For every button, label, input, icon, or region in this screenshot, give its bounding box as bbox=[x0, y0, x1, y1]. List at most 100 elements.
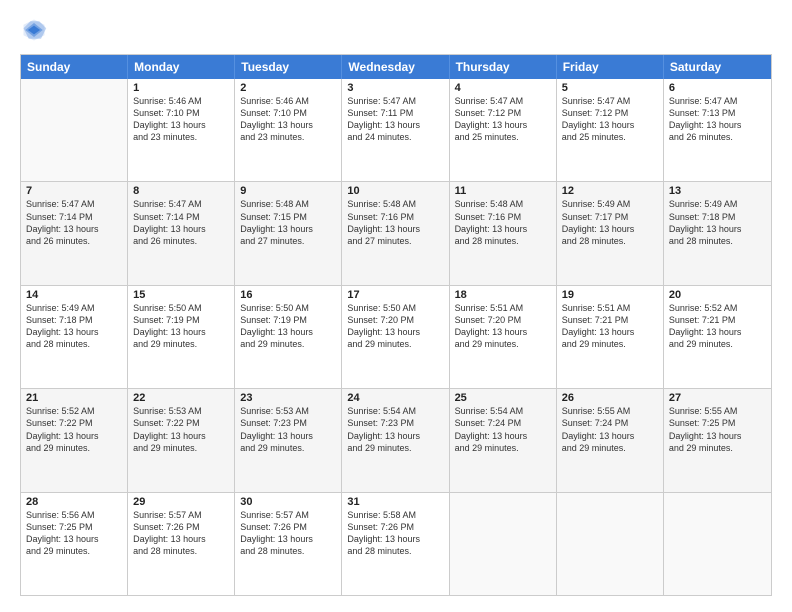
day-number: 12 bbox=[562, 185, 658, 197]
calendar-cell: 11Sunrise: 5:48 AMSunset: 7:16 PMDayligh… bbox=[450, 182, 557, 284]
calendar-cell: 16Sunrise: 5:50 AMSunset: 7:19 PMDayligh… bbox=[235, 286, 342, 388]
cell-info: Sunrise: 5:55 AMSunset: 7:25 PMDaylight:… bbox=[669, 405, 766, 454]
cell-info: Sunrise: 5:47 AMSunset: 7:14 PMDaylight:… bbox=[133, 198, 229, 247]
cell-info: Sunrise: 5:53 AMSunset: 7:22 PMDaylight:… bbox=[133, 405, 229, 454]
calendar-cell: 1Sunrise: 5:46 AMSunset: 7:10 PMDaylight… bbox=[128, 79, 235, 181]
day-number: 6 bbox=[669, 82, 766, 94]
day-number: 27 bbox=[669, 392, 766, 404]
calendar-cell: 5Sunrise: 5:47 AMSunset: 7:12 PMDaylight… bbox=[557, 79, 664, 181]
cal-header-day: Thursday bbox=[450, 55, 557, 79]
calendar-cell: 20Sunrise: 5:52 AMSunset: 7:21 PMDayligh… bbox=[664, 286, 771, 388]
day-number: 2 bbox=[240, 82, 336, 94]
cell-info: Sunrise: 5:48 AMSunset: 7:16 PMDaylight:… bbox=[347, 198, 443, 247]
day-number: 10 bbox=[347, 185, 443, 197]
day-number: 13 bbox=[669, 185, 766, 197]
calendar-cell: 15Sunrise: 5:50 AMSunset: 7:19 PMDayligh… bbox=[128, 286, 235, 388]
day-number: 11 bbox=[455, 185, 551, 197]
cal-header-day: Friday bbox=[557, 55, 664, 79]
cell-info: Sunrise: 5:53 AMSunset: 7:23 PMDaylight:… bbox=[240, 405, 336, 454]
calendar-cell bbox=[450, 493, 557, 595]
calendar-cell: 28Sunrise: 5:56 AMSunset: 7:25 PMDayligh… bbox=[21, 493, 128, 595]
day-number: 5 bbox=[562, 82, 658, 94]
header bbox=[20, 16, 772, 44]
cell-info: Sunrise: 5:48 AMSunset: 7:15 PMDaylight:… bbox=[240, 198, 336, 247]
calendar-cell: 10Sunrise: 5:48 AMSunset: 7:16 PMDayligh… bbox=[342, 182, 449, 284]
calendar-cell: 30Sunrise: 5:57 AMSunset: 7:26 PMDayligh… bbox=[235, 493, 342, 595]
cell-info: Sunrise: 5:50 AMSunset: 7:20 PMDaylight:… bbox=[347, 302, 443, 351]
cal-header-day: Wednesday bbox=[342, 55, 449, 79]
calendar-cell: 3Sunrise: 5:47 AMSunset: 7:11 PMDaylight… bbox=[342, 79, 449, 181]
calendar-cell: 27Sunrise: 5:55 AMSunset: 7:25 PMDayligh… bbox=[664, 389, 771, 491]
calendar-row: 28Sunrise: 5:56 AMSunset: 7:25 PMDayligh… bbox=[21, 493, 771, 595]
calendar-cell: 17Sunrise: 5:50 AMSunset: 7:20 PMDayligh… bbox=[342, 286, 449, 388]
day-number: 22 bbox=[133, 392, 229, 404]
cell-info: Sunrise: 5:49 AMSunset: 7:18 PMDaylight:… bbox=[26, 302, 122, 351]
calendar-cell: 24Sunrise: 5:54 AMSunset: 7:23 PMDayligh… bbox=[342, 389, 449, 491]
day-number: 28 bbox=[26, 496, 122, 508]
logo-icon bbox=[20, 16, 48, 44]
day-number: 26 bbox=[562, 392, 658, 404]
calendar-cell: 7Sunrise: 5:47 AMSunset: 7:14 PMDaylight… bbox=[21, 182, 128, 284]
calendar-cell: 2Sunrise: 5:46 AMSunset: 7:10 PMDaylight… bbox=[235, 79, 342, 181]
cell-info: Sunrise: 5:47 AMSunset: 7:11 PMDaylight:… bbox=[347, 95, 443, 144]
calendar-row: 14Sunrise: 5:49 AMSunset: 7:18 PMDayligh… bbox=[21, 286, 771, 389]
day-number: 14 bbox=[26, 289, 122, 301]
logo bbox=[20, 16, 52, 44]
cell-info: Sunrise: 5:49 AMSunset: 7:17 PMDaylight:… bbox=[562, 198, 658, 247]
calendar-cell bbox=[21, 79, 128, 181]
cell-info: Sunrise: 5:46 AMSunset: 7:10 PMDaylight:… bbox=[240, 95, 336, 144]
day-number: 4 bbox=[455, 82, 551, 94]
calendar-header: SundayMondayTuesdayWednesdayThursdayFrid… bbox=[21, 55, 771, 79]
day-number: 19 bbox=[562, 289, 658, 301]
calendar-cell: 25Sunrise: 5:54 AMSunset: 7:24 PMDayligh… bbox=[450, 389, 557, 491]
calendar-cell: 19Sunrise: 5:51 AMSunset: 7:21 PMDayligh… bbox=[557, 286, 664, 388]
calendar-cell: 9Sunrise: 5:48 AMSunset: 7:15 PMDaylight… bbox=[235, 182, 342, 284]
day-number: 29 bbox=[133, 496, 229, 508]
page: SundayMondayTuesdayWednesdayThursdayFrid… bbox=[0, 0, 792, 612]
cell-info: Sunrise: 5:47 AMSunset: 7:13 PMDaylight:… bbox=[669, 95, 766, 144]
calendar-cell: 29Sunrise: 5:57 AMSunset: 7:26 PMDayligh… bbox=[128, 493, 235, 595]
day-number: 21 bbox=[26, 392, 122, 404]
calendar-cell: 14Sunrise: 5:49 AMSunset: 7:18 PMDayligh… bbox=[21, 286, 128, 388]
cell-info: Sunrise: 5:57 AMSunset: 7:26 PMDaylight:… bbox=[240, 509, 336, 558]
cell-info: Sunrise: 5:47 AMSunset: 7:12 PMDaylight:… bbox=[562, 95, 658, 144]
day-number: 15 bbox=[133, 289, 229, 301]
cell-info: Sunrise: 5:57 AMSunset: 7:26 PMDaylight:… bbox=[133, 509, 229, 558]
calendar-cell bbox=[557, 493, 664, 595]
cell-info: Sunrise: 5:54 AMSunset: 7:24 PMDaylight:… bbox=[455, 405, 551, 454]
cell-info: Sunrise: 5:54 AMSunset: 7:23 PMDaylight:… bbox=[347, 405, 443, 454]
day-number: 25 bbox=[455, 392, 551, 404]
calendar-cell: 6Sunrise: 5:47 AMSunset: 7:13 PMDaylight… bbox=[664, 79, 771, 181]
calendar-row: 21Sunrise: 5:52 AMSunset: 7:22 PMDayligh… bbox=[21, 389, 771, 492]
calendar-cell: 26Sunrise: 5:55 AMSunset: 7:24 PMDayligh… bbox=[557, 389, 664, 491]
day-number: 17 bbox=[347, 289, 443, 301]
cell-info: Sunrise: 5:55 AMSunset: 7:24 PMDaylight:… bbox=[562, 405, 658, 454]
day-number: 9 bbox=[240, 185, 336, 197]
cal-header-day: Monday bbox=[128, 55, 235, 79]
cell-info: Sunrise: 5:50 AMSunset: 7:19 PMDaylight:… bbox=[240, 302, 336, 351]
cell-info: Sunrise: 5:58 AMSunset: 7:26 PMDaylight:… bbox=[347, 509, 443, 558]
cell-info: Sunrise: 5:47 AMSunset: 7:14 PMDaylight:… bbox=[26, 198, 122, 247]
cal-header-day: Tuesday bbox=[235, 55, 342, 79]
calendar-cell: 21Sunrise: 5:52 AMSunset: 7:22 PMDayligh… bbox=[21, 389, 128, 491]
day-number: 30 bbox=[240, 496, 336, 508]
calendar-row: 1Sunrise: 5:46 AMSunset: 7:10 PMDaylight… bbox=[21, 79, 771, 182]
cell-info: Sunrise: 5:48 AMSunset: 7:16 PMDaylight:… bbox=[455, 198, 551, 247]
calendar-cell: 12Sunrise: 5:49 AMSunset: 7:17 PMDayligh… bbox=[557, 182, 664, 284]
day-number: 7 bbox=[26, 185, 122, 197]
cal-header-day: Sunday bbox=[21, 55, 128, 79]
cell-info: Sunrise: 5:49 AMSunset: 7:18 PMDaylight:… bbox=[669, 198, 766, 247]
cell-info: Sunrise: 5:51 AMSunset: 7:20 PMDaylight:… bbox=[455, 302, 551, 351]
cell-info: Sunrise: 5:52 AMSunset: 7:22 PMDaylight:… bbox=[26, 405, 122, 454]
day-number: 1 bbox=[133, 82, 229, 94]
day-number: 18 bbox=[455, 289, 551, 301]
day-number: 24 bbox=[347, 392, 443, 404]
calendar-cell bbox=[664, 493, 771, 595]
calendar-cell: 13Sunrise: 5:49 AMSunset: 7:18 PMDayligh… bbox=[664, 182, 771, 284]
calendar-body: 1Sunrise: 5:46 AMSunset: 7:10 PMDaylight… bbox=[21, 79, 771, 595]
cell-info: Sunrise: 5:51 AMSunset: 7:21 PMDaylight:… bbox=[562, 302, 658, 351]
day-number: 20 bbox=[669, 289, 766, 301]
cell-info: Sunrise: 5:46 AMSunset: 7:10 PMDaylight:… bbox=[133, 95, 229, 144]
cell-info: Sunrise: 5:52 AMSunset: 7:21 PMDaylight:… bbox=[669, 302, 766, 351]
day-number: 23 bbox=[240, 392, 336, 404]
